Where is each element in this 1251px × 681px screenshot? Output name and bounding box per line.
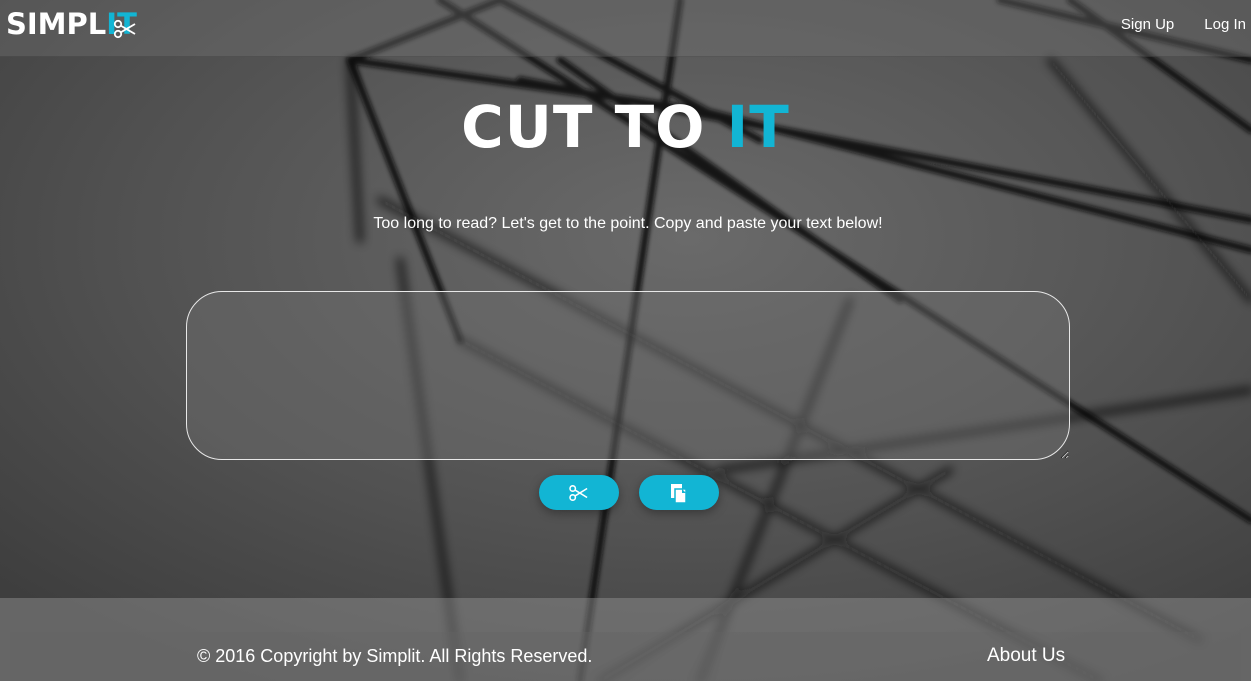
title-text-main: CUT TO — [461, 93, 727, 161]
logo-scissors-icon — [113, 19, 136, 39]
paste-icon — [671, 483, 687, 504]
log-in-link[interactable]: Log In — [1204, 16, 1246, 33]
logo-text-main: SIMPL — [6, 7, 107, 41]
title-text-accent: IT — [726, 93, 790, 161]
tagline: Too long to read? Let's get to the point… — [373, 215, 883, 232]
text-input[interactable] — [186, 291, 1070, 460]
cut-button[interactable] — [539, 475, 619, 510]
scissors-icon — [569, 484, 588, 501]
top-navbar: SIMPL IT Sign Up Log In — [0, 0, 1251, 57]
action-buttons — [539, 475, 719, 510]
simplit-logo[interactable]: SIMPL IT — [6, 9, 137, 43]
page-title: CUT TO IT — [0, 94, 1251, 160]
paste-button[interactable] — [639, 475, 719, 510]
sign-up-link[interactable]: Sign Up — [1121, 16, 1174, 33]
about-us-link[interactable]: About Us — [987, 645, 1065, 667]
copyright-text: © 2016 Copyright by Simplit. All Rights … — [197, 646, 593, 666]
footer — [0, 598, 1251, 681]
header-nav: Sign Up Log In — [1121, 16, 1246, 33]
